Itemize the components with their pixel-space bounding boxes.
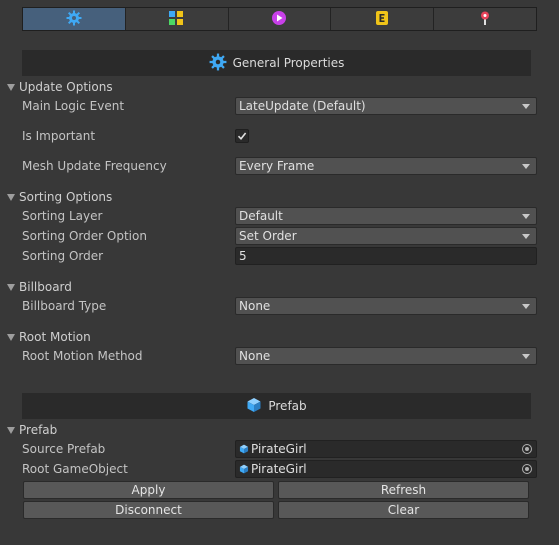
root-gameobject-field[interactable]: PirateGirl [235,460,537,478]
root-motion-foldout[interactable]: Root Motion [7,328,91,346]
billboard-type-label: Billboard Type [22,299,107,313]
root-gameobject-label: Root GameObject [22,462,128,476]
billboard-type-dropdown[interactable]: None [235,297,537,315]
chevron-down-icon [522,214,530,219]
prefab-header-title: Prefab [268,399,307,413]
is-important-label: Is Important [22,129,96,143]
play-icon [271,10,287,29]
root-gameobject-value: PirateGirl [251,462,307,476]
general-properties-header: General Properties [22,50,531,76]
prefab-foldout[interactable]: Prefab [7,421,57,439]
chevron-down-icon [522,354,530,359]
general-properties-title: General Properties [232,56,345,70]
billboard-type-value: None [239,299,271,313]
object-picker-icon[interactable] [522,444,532,454]
sorting-order-option-dropdown[interactable]: Set Order [235,227,537,245]
chevron-down-icon [522,234,530,239]
root-motion-method-label: Root Motion Method [22,349,143,363]
sorting-order-value: 5 [239,249,247,263]
chevron-down-icon [522,304,530,309]
billboard-foldout[interactable]: Billboard [7,278,72,296]
main-logic-event-value: LateUpdate (Default) [239,99,366,113]
source-prefab-label: Source Prefab [22,442,106,456]
sorting-options-title: Sorting Options [19,190,113,204]
foldout-arrow-icon [7,427,15,434]
source-prefab-value: PirateGirl [251,442,307,456]
inspector-tab-bar [22,7,537,31]
tab-animations[interactable] [228,8,332,30]
root-motion-method-dropdown[interactable]: None [235,347,537,365]
prefab-cube-icon [239,444,249,454]
clear-button[interactable]: Clear [278,501,529,519]
foldout-arrow-icon [7,194,15,201]
disconnect-button[interactable]: Disconnect [23,501,274,519]
update-options-foldout[interactable]: Update Options [7,78,113,96]
bone-pin-icon [477,10,493,29]
is-important-checkbox[interactable] [235,129,249,143]
tab-general[interactable] [23,8,126,30]
sorting-order-option-value: Set Order [239,229,297,243]
tab-skins[interactable] [125,8,229,30]
foldout-arrow-icon [7,84,15,91]
sorting-order-option-label: Sorting Order Option [22,229,147,243]
prefab-foldout-title: Prefab [19,423,58,437]
object-picker-icon[interactable] [522,464,532,474]
tab-events[interactable] [331,8,435,30]
sorting-options-foldout[interactable]: Sorting Options [7,188,112,206]
root-motion-method-value: None [239,349,271,363]
prefab-header: Prefab [22,393,531,419]
mesh-update-frequency-label: Mesh Update Frequency [22,159,167,173]
root-motion-title: Root Motion [19,330,91,344]
chevron-down-icon [522,164,530,169]
checkmark-icon [237,132,247,141]
gear-icon [66,10,82,29]
cube-icon [246,397,262,416]
gear-icon [209,53,227,74]
chevron-down-icon [522,104,530,109]
foldout-arrow-icon [7,284,15,291]
sorting-layer-label: Sorting Layer [22,209,103,223]
sorting-order-field[interactable]: 5 [235,247,537,265]
update-options-title: Update Options [19,80,113,94]
billboard-title: Billboard [19,280,72,294]
prefab-cube-icon [239,464,249,474]
skin-grid-icon [168,10,186,29]
main-logic-event-dropdown[interactable]: LateUpdate (Default) [235,97,537,115]
source-prefab-field[interactable]: PirateGirl [235,440,537,458]
sorting-layer-dropdown[interactable]: Default [235,207,537,225]
mesh-update-frequency-value: Every Frame [239,159,315,173]
event-icon [374,10,390,29]
sorting-layer-value: Default [239,209,283,223]
refresh-button[interactable]: Refresh [278,481,529,499]
main-logic-event-label: Main Logic Event [22,99,125,113]
sorting-order-label: Sorting Order [22,249,104,263]
apply-button[interactable]: Apply [23,481,274,499]
tab-bones[interactable] [434,8,536,30]
mesh-update-frequency-dropdown[interactable]: Every Frame [235,157,537,175]
foldout-arrow-icon [7,334,15,341]
